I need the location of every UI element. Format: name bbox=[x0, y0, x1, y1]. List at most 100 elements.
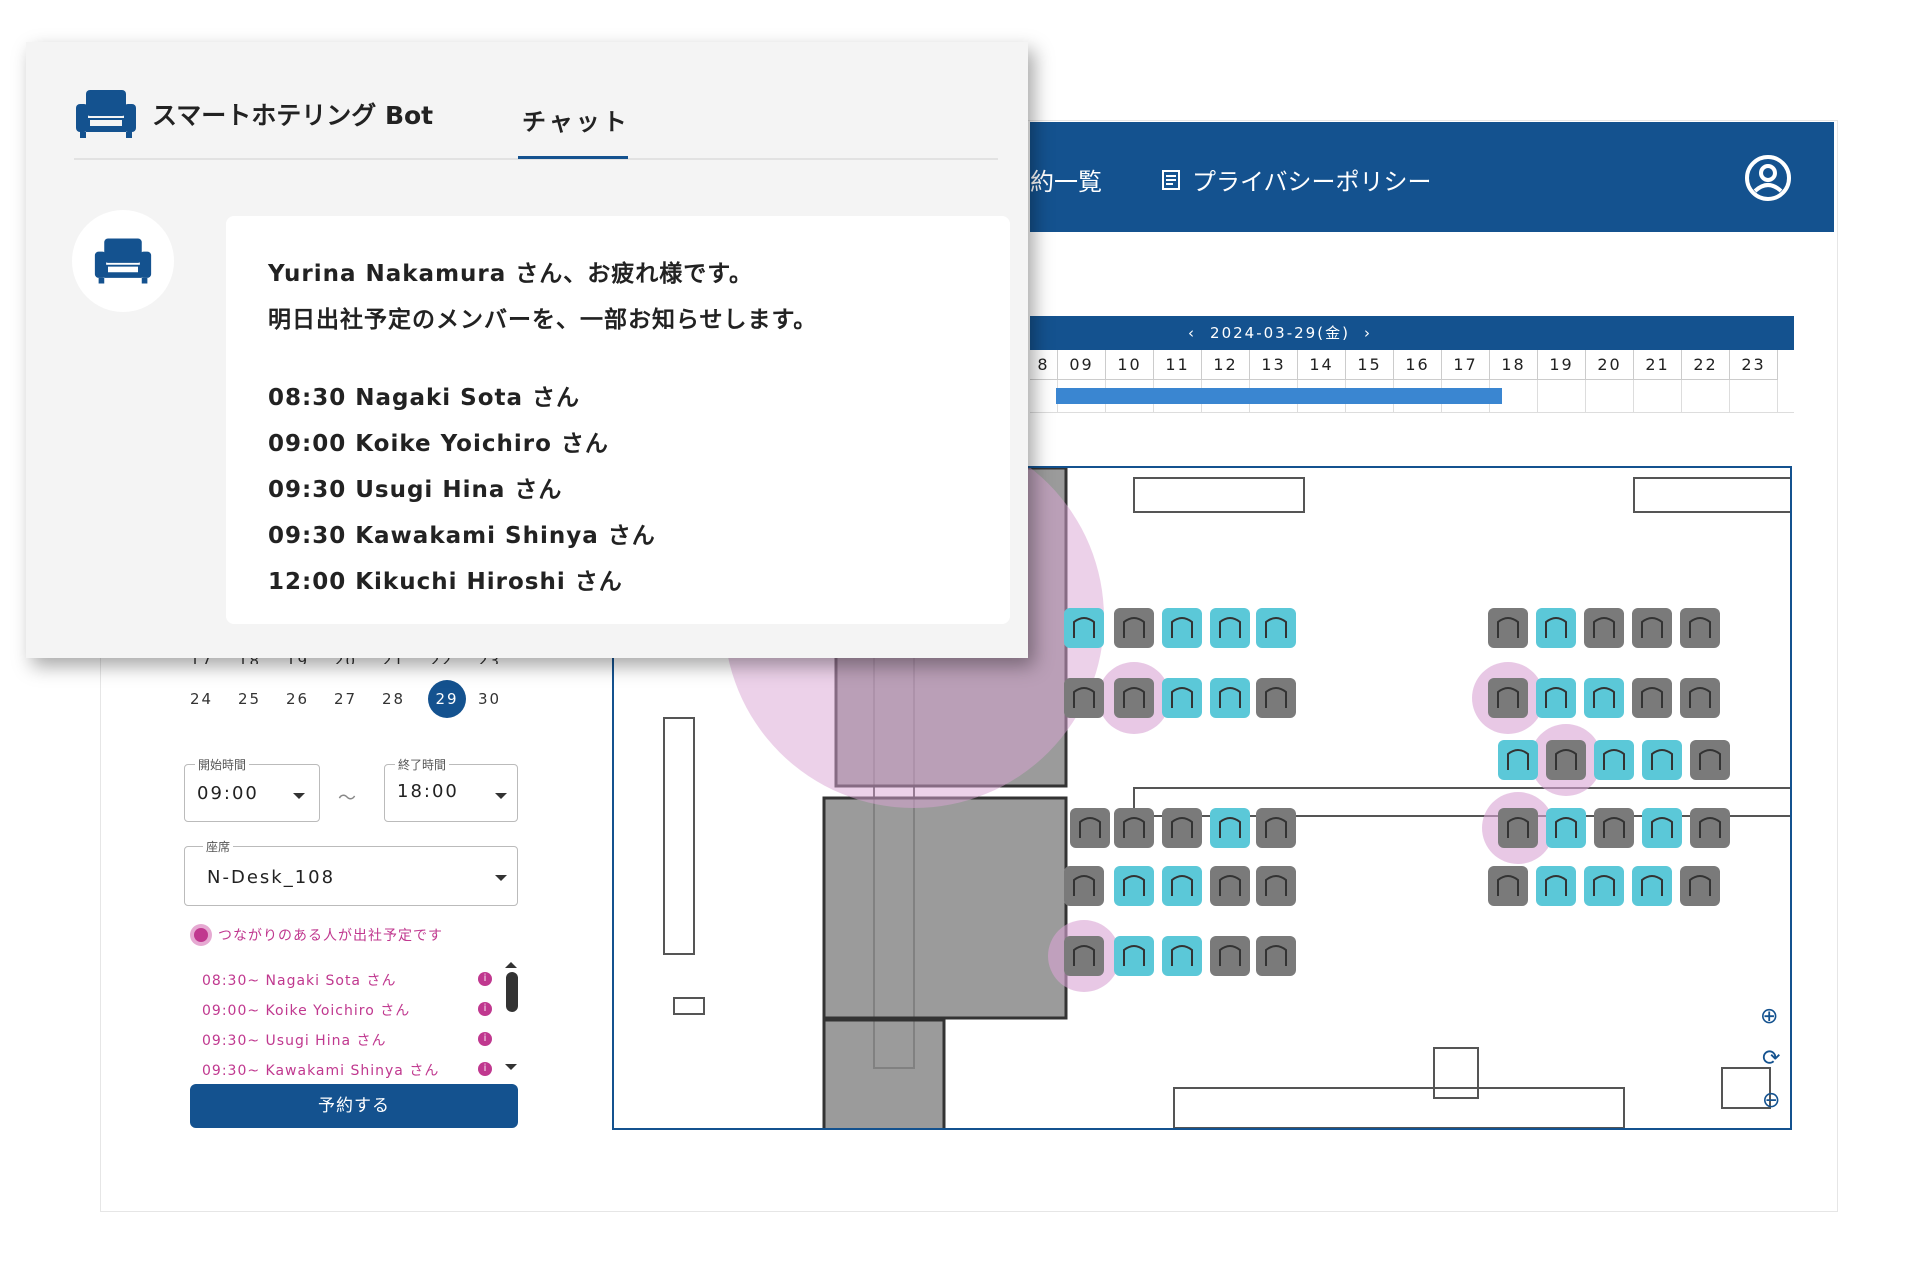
seat-available bbox=[1256, 608, 1296, 648]
user-circle-icon[interactable] bbox=[1744, 154, 1792, 202]
shelf-top bbox=[1633, 477, 1790, 513]
start-time-value: 09:00 bbox=[197, 783, 259, 804]
timeline-header: ‹ 2024-03-29(金) › bbox=[1030, 316, 1794, 350]
seat-available bbox=[1162, 608, 1202, 648]
calendar-day[interactable]: 24 bbox=[190, 690, 238, 708]
nav-privacy-policy[interactable]: プライバシーポリシー bbox=[1160, 162, 1432, 197]
timeline-hour: 17 bbox=[1442, 350, 1490, 380]
timeline-hour: 10 bbox=[1106, 350, 1154, 380]
bottom-cabinet bbox=[1173, 1087, 1625, 1128]
seat-available bbox=[1114, 866, 1154, 906]
timeline-cell[interactable] bbox=[1586, 380, 1634, 412]
scroll-down-icon[interactable] bbox=[505, 1064, 517, 1070]
connection-item[interactable]: 09:30~ Usugi Hina さん bbox=[202, 1030, 387, 1050]
nav-privacy-label: プライバシーポリシー bbox=[1192, 168, 1432, 196]
start-time-select[interactable]: 開始時間 09:00 bbox=[184, 756, 320, 822]
end-time-select[interactable]: 終了時間 18:00 bbox=[384, 756, 518, 822]
seat-select[interactable]: 座席 N-Desk_108 bbox=[184, 838, 518, 906]
zoom-in-icon[interactable]: ⊕ bbox=[1760, 1004, 1778, 1029]
document-icon bbox=[1162, 169, 1180, 190]
seat-occupied bbox=[1256, 866, 1296, 906]
scroll-up-icon[interactable] bbox=[505, 962, 517, 968]
info-badge-icon[interactable]: i bbox=[478, 1062, 492, 1076]
seat-occupied bbox=[1256, 678, 1296, 718]
nav-reservation-list[interactable]: 約一覧 bbox=[1030, 162, 1102, 197]
timeline-hour: 19 bbox=[1538, 350, 1586, 380]
seat-available bbox=[1162, 936, 1202, 976]
meeting-room-b bbox=[822, 796, 1068, 1020]
timeline-cell[interactable] bbox=[1730, 380, 1778, 412]
caret-down-icon bbox=[495, 793, 507, 799]
member-line: 09:30 Kawakami Shinya さん bbox=[268, 523, 656, 549]
seat-available bbox=[1064, 608, 1104, 648]
seat-occupied bbox=[1594, 808, 1634, 848]
chevron-left-icon[interactable]: ‹ bbox=[1188, 324, 1196, 342]
seat-available bbox=[1536, 608, 1576, 648]
tab-chat-underline bbox=[518, 156, 628, 159]
info-badge-icon[interactable]: i bbox=[478, 1032, 492, 1046]
info-badge-icon[interactable]: i bbox=[478, 1002, 492, 1016]
calendar-row-last: 24252627282930 bbox=[190, 690, 526, 708]
timeline-hour: 14 bbox=[1298, 350, 1346, 380]
counter-table bbox=[663, 717, 695, 955]
seat-available bbox=[1642, 808, 1682, 848]
timeline-cell[interactable] bbox=[1538, 380, 1586, 412]
end-time-value: 18:00 bbox=[397, 781, 459, 802]
seat-available bbox=[1536, 866, 1576, 906]
seat-occupied bbox=[1546, 740, 1586, 780]
calendar-selected-day[interactable]: 29 bbox=[428, 680, 466, 718]
seat-available bbox=[1594, 740, 1634, 780]
connection-item[interactable]: 08:30~ Nagaki Sota さん bbox=[202, 970, 396, 990]
info-badge-icon[interactable]: i bbox=[478, 972, 492, 986]
chevron-right-icon[interactable]: › bbox=[1364, 324, 1372, 342]
message-greeting: Yurina Nakamura さん、お疲れ様です。 bbox=[268, 261, 753, 287]
calendar-day[interactable]: 28 bbox=[382, 690, 430, 708]
reserve-button[interactable]: 予約する bbox=[190, 1084, 518, 1128]
timeline-date-nav: ‹ 2024-03-29(金) › bbox=[1030, 322, 1530, 343]
calendar-day[interactable]: 27 bbox=[334, 690, 382, 708]
connection-item[interactable]: 09:00~ Koike Yoichiro さん bbox=[202, 1000, 410, 1020]
seat-occupied bbox=[1488, 608, 1528, 648]
seat-available bbox=[1114, 936, 1154, 976]
timeline-hour: 12 bbox=[1202, 350, 1250, 380]
seat-available bbox=[1210, 808, 1250, 848]
seat-occupied bbox=[1680, 608, 1720, 648]
seat-occupied bbox=[1070, 808, 1110, 848]
seat-occupied bbox=[1488, 866, 1528, 906]
message-intro: 明日出社予定のメンバーを、一部お知らせします。 bbox=[268, 307, 818, 333]
seat-occupied bbox=[1498, 808, 1538, 848]
tab-chat[interactable]: チャット bbox=[522, 102, 630, 137]
calendar-day[interactable]: 30 bbox=[478, 690, 526, 708]
bot-avatar bbox=[72, 210, 174, 312]
time-range-separator: 〜 bbox=[338, 788, 356, 809]
calendar-day[interactable]: 26 bbox=[286, 690, 334, 708]
seat-available bbox=[1162, 866, 1202, 906]
seat-available bbox=[1498, 740, 1538, 780]
seat-available bbox=[1632, 866, 1672, 906]
seat-available bbox=[1162, 678, 1202, 718]
timeline-hour: 13 bbox=[1250, 350, 1298, 380]
connection-item[interactable]: 09:30~ Kawakami Shinya さん bbox=[202, 1060, 439, 1080]
seat-occupied bbox=[1064, 866, 1104, 906]
timeline-cell[interactable] bbox=[1030, 380, 1058, 412]
timeline-cell[interactable] bbox=[1682, 380, 1730, 412]
zoom-out-icon[interactable]: ⊖ bbox=[1762, 1088, 1780, 1113]
caret-down-icon bbox=[293, 793, 305, 799]
timeline-hour: 20 bbox=[1586, 350, 1634, 380]
caret-down-icon bbox=[495, 875, 507, 881]
seat-occupied bbox=[1680, 678, 1720, 718]
shelf-top bbox=[1133, 477, 1305, 513]
member-line: 12:00 Kikuchi Hiroshi さん bbox=[268, 569, 623, 595]
seat-occupied bbox=[1210, 866, 1250, 906]
chat-brand: スマートホテリング Bot bbox=[74, 88, 433, 140]
calendar-day[interactable]: 25 bbox=[238, 690, 286, 708]
refresh-icon[interactable]: ⟳ bbox=[1762, 1046, 1780, 1071]
timeline-cell[interactable] bbox=[1634, 380, 1682, 412]
seat-occupied bbox=[1632, 678, 1672, 718]
chat-message-bubble: Yurina Nakamura さん、お疲れ様です。 明日出社予定のメンバーを、… bbox=[226, 216, 1010, 624]
timeline-hour: 8 bbox=[1030, 350, 1058, 380]
seat-available bbox=[1210, 608, 1250, 648]
seat-label: 座席 bbox=[203, 838, 234, 855]
connections-scrollbar[interactable] bbox=[506, 972, 518, 1012]
timeline-hour: 11 bbox=[1154, 350, 1202, 380]
